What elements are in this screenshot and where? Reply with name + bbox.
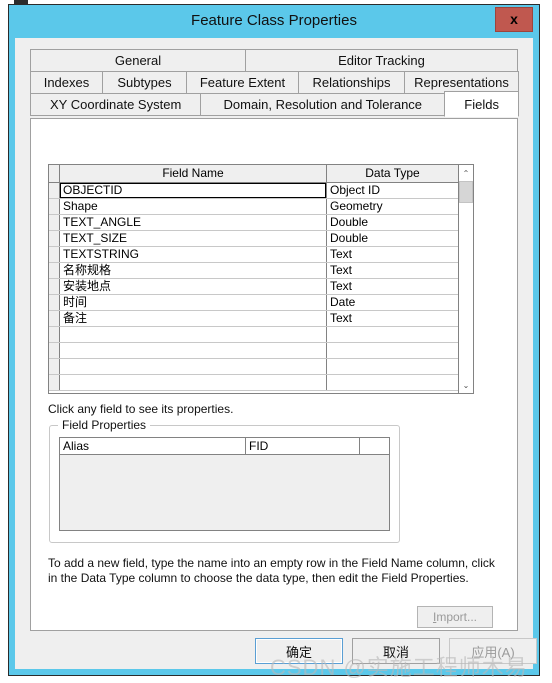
scroll-down-icon[interactable]: ⌄: [459, 377, 473, 393]
table-row[interactable]: TEXT_SIZE Double: [49, 231, 458, 247]
data-type-cell[interactable]: Text: [327, 279, 458, 294]
field-name-cell[interactable]: 备注: [60, 311, 327, 326]
field-properties-group: Field Properties Alias FID: [49, 418, 400, 543]
data-type-cell[interactable]: [327, 343, 458, 358]
data-type-cell[interactable]: Double: [327, 215, 458, 230]
table-row[interactable]: TEXT_ANGLE Double: [49, 215, 458, 231]
tab-xy-coordinate-system[interactable]: XY Coordinate System: [30, 93, 202, 116]
row-selector[interactable]: [49, 279, 60, 294]
tab-row-1: General Editor Tracking: [30, 49, 518, 72]
row-selector[interactable]: [49, 231, 60, 246]
field-name-cell[interactable]: 时间: [60, 295, 327, 310]
field-properties-legend: Field Properties: [58, 418, 151, 432]
field-grid-header-row: Field Name Data Type: [49, 165, 458, 183]
table-row[interactable]: OBJECTID Object ID: [49, 183, 458, 199]
field-name-cell[interactable]: [60, 375, 327, 390]
tab-domain-resolution-and-tolerance[interactable]: Domain, Resolution and Tolerance: [200, 93, 446, 116]
row-selector[interactable]: [49, 311, 60, 326]
dialog-button-row: 确定 取消 应用(A): [15, 635, 537, 669]
tab-general[interactable]: General: [30, 49, 246, 72]
tab-feature-extent[interactable]: Feature Extent: [186, 71, 299, 94]
tab-relationships[interactable]: Relationships: [298, 71, 405, 94]
row-selector[interactable]: [49, 359, 60, 374]
field-name-cell[interactable]: [60, 327, 327, 342]
table-row[interactable]: Shape Geometry: [49, 199, 458, 215]
field-property-spacer: [360, 438, 389, 454]
table-row[interactable]: [49, 375, 458, 391]
data-type-cell[interactable]: Geometry: [327, 199, 458, 214]
row-selector[interactable]: [49, 215, 60, 230]
table-row[interactable]: [49, 359, 458, 375]
data-type-cell[interactable]: Object ID: [327, 183, 458, 198]
field-name-cell[interactable]: 名称规格: [60, 263, 327, 278]
table-row[interactable]: TEXTSTRING Text: [49, 247, 458, 263]
row-selector[interactable]: [49, 199, 60, 214]
grid-hint-text: Click any field to see its properties.: [48, 402, 234, 416]
column-header-data-type[interactable]: Data Type: [327, 165, 458, 182]
instructions-text: To add a new field, type the name into a…: [48, 556, 495, 585]
tab-indexes[interactable]: Indexes: [30, 71, 103, 94]
data-type-cell[interactable]: Date: [327, 295, 458, 310]
row-selector[interactable]: [49, 327, 60, 342]
row-selector[interactable]: [49, 183, 60, 198]
data-type-cell[interactable]: [327, 359, 458, 374]
dialog-client-area: General Editor Tracking Indexes Subtypes Fea…: [15, 38, 537, 669]
field-name-cell[interactable]: Shape: [60, 199, 327, 214]
row-selector[interactable]: [49, 343, 60, 358]
field-definition-grid[interactable]: Field Name Data Type OBJECTID Object ID Shap…: [48, 164, 474, 394]
row-selector[interactable]: [49, 375, 60, 390]
scrollbar-thumb[interactable]: [459, 181, 473, 203]
fields-tab-panel: Field Name Data Type OBJECTID Object ID Shap…: [30, 118, 518, 631]
table-row[interactable]: 安装地点 Text: [49, 279, 458, 295]
table-row[interactable]: [49, 343, 458, 359]
data-type-cell[interactable]: Text: [327, 263, 458, 278]
field-name-cell[interactable]: TEXT_ANGLE: [60, 215, 327, 230]
field-grid-body: Field Name Data Type OBJECTID Object ID Shap…: [49, 165, 458, 393]
dialog-titlebar[interactable]: Feature Class Properties x: [9, 5, 539, 38]
data-type-cell[interactable]: Text: [327, 247, 458, 262]
data-type-cell[interactable]: Text: [327, 311, 458, 326]
data-type-cell[interactable]: Double: [327, 231, 458, 246]
field-name-cell[interactable]: OBJECTID: [60, 183, 327, 198]
data-type-cell[interactable]: [327, 327, 458, 342]
table-row[interactable]: [49, 327, 458, 343]
scrollbar-track[interactable]: [459, 181, 473, 377]
ok-button[interactable]: 确定: [255, 638, 343, 664]
field-property-value[interactable]: FID: [246, 438, 360, 454]
tab-row-3: XY Coordinate System Domain, Resolution a…: [30, 91, 519, 117]
field-name-cell[interactable]: TEXTSTRING: [60, 247, 327, 262]
field-name-cell[interactable]: [60, 343, 327, 358]
field-name-cell[interactable]: [60, 359, 327, 374]
tab-strip: General Editor Tracking Indexes Subtypes Fea…: [30, 49, 519, 117]
field-property-name: Alias: [60, 438, 246, 454]
screenshot-root: Feature Class Properties x General Editor…: [0, 0, 552, 683]
field-name-cell[interactable]: TEXT_SIZE: [60, 231, 327, 246]
scroll-up-icon[interactable]: ⌃: [459, 165, 473, 181]
table-row[interactable]: 名称规格 Text: [49, 263, 458, 279]
field-property-row[interactable]: Alias FID: [60, 438, 389, 455]
row-selector[interactable]: [49, 295, 60, 310]
field-properties-grid[interactable]: Alias FID: [59, 437, 390, 531]
data-type-cell[interactable]: [327, 375, 458, 390]
tab-fields[interactable]: Fields: [444, 91, 519, 117]
import-button[interactable]: Import...: [417, 606, 493, 628]
row-selector[interactable]: [49, 247, 60, 262]
tab-subtypes[interactable]: Subtypes: [102, 71, 187, 94]
import-button-label: Import...: [432, 610, 478, 624]
feature-class-properties-dialog: Feature Class Properties x General Editor…: [8, 4, 540, 676]
cancel-button[interactable]: 取消: [352, 638, 440, 664]
dialog-title: Feature Class Properties: [191, 12, 357, 29]
table-row[interactable]: 备注 Text: [49, 311, 458, 327]
row-header-corner: [49, 165, 60, 182]
close-icon[interactable]: x: [495, 7, 533, 32]
column-header-field-name[interactable]: Field Name: [60, 165, 327, 182]
field-name-cell[interactable]: 安装地点: [60, 279, 327, 294]
field-grid-scrollbar[interactable]: ⌃ ⌄: [458, 165, 473, 393]
row-selector[interactable]: [49, 263, 60, 278]
tab-editor-tracking[interactable]: Editor Tracking: [245, 49, 518, 72]
table-row[interactable]: 时间 Date: [49, 295, 458, 311]
apply-button: 应用(A): [449, 638, 537, 664]
